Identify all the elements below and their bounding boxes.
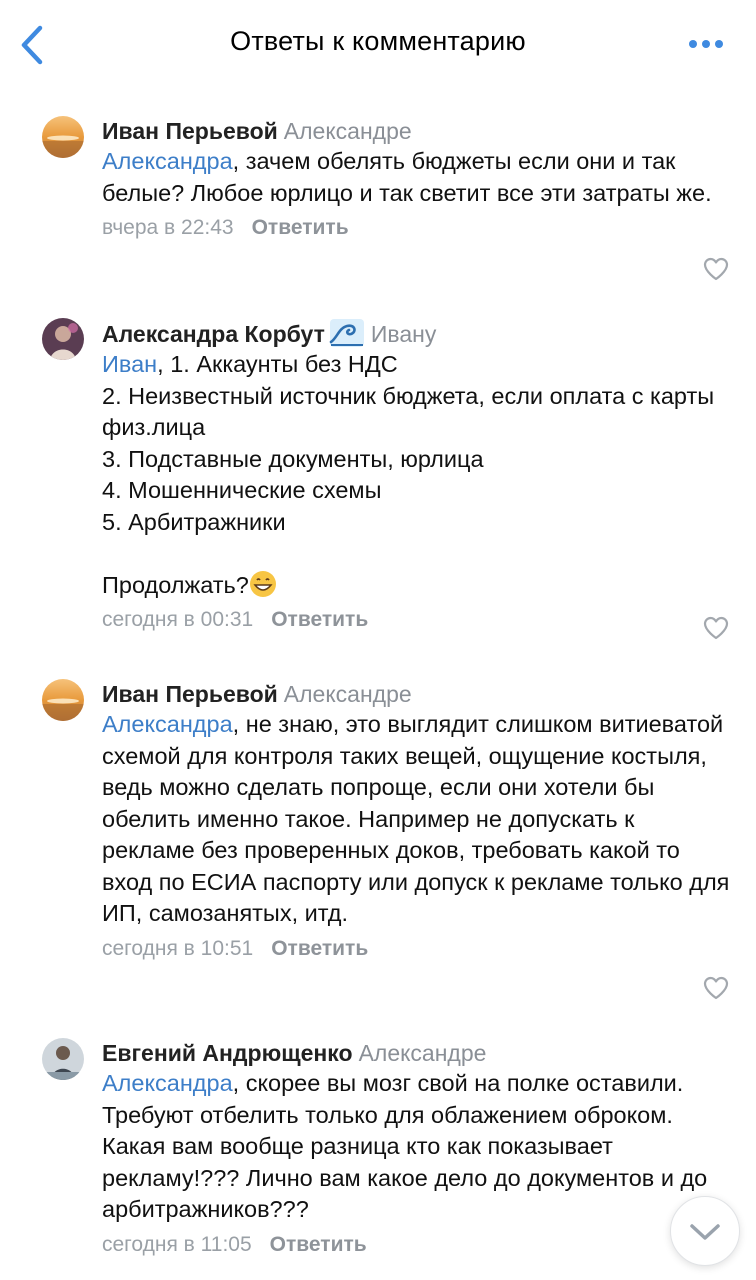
reply-button[interactable]: Ответить [252, 216, 349, 239]
comment-body: , не знаю, это выглядит слишком витиеват… [102, 711, 736, 926]
reply-to-label[interactable]: Александре [284, 681, 412, 707]
comment-body: , 1. Аккаунты без НДС 2. Неизвестный ист… [102, 351, 715, 598]
reply-button[interactable]: Ответить [270, 1233, 367, 1256]
comment-author[interactable]: Иван Перьевой [102, 118, 278, 144]
mention-link[interactable]: Александра [102, 148, 233, 174]
avatar[interactable] [42, 679, 84, 721]
reply-button[interactable]: Ответить [271, 937, 368, 960]
mention-link[interactable]: Александра [102, 1070, 233, 1096]
avatar[interactable] [42, 116, 84, 158]
comment-text: Александра, скорее вы мозг свой на полке… [102, 1068, 732, 1226]
comment-text: Александра, не знаю, это выглядит слишко… [102, 709, 732, 930]
reply-button[interactable]: Ответить [271, 608, 368, 631]
comment-text: Александра, зачем обелять бюджеты если о… [102, 146, 732, 209]
reply-to-label[interactable]: Ивану [371, 321, 437, 347]
avatar[interactable] [42, 1038, 84, 1080]
reply-to-label[interactable]: Александре [359, 1040, 487, 1066]
scroll-down-button[interactable] [670, 1196, 740, 1266]
avatar-photo-image [42, 318, 84, 360]
avatar[interactable] [42, 318, 84, 360]
more-dots-icon [689, 40, 723, 48]
heart-icon[interactable] [702, 615, 730, 641]
comment-time: сегодня в 11:05 [102, 1232, 252, 1256]
comment-text: Иван, 1. Аккаунты без НДС 2. Неизвестный… [102, 349, 732, 601]
comment-time: сегодня в 10:51 [102, 936, 254, 960]
page-title: Ответы к комментарию [230, 26, 526, 56]
avatar-photo-image [42, 1038, 84, 1080]
reply-to-label[interactable]: Александре [284, 118, 412, 144]
comment-time: сегодня в 00:31 [102, 608, 254, 631]
avatar-sunset-image [42, 679, 84, 721]
comment-author[interactable]: Иван Перьевой [102, 681, 278, 707]
mention-link[interactable]: Иван [102, 351, 157, 377]
mention-link[interactable]: Александра [102, 711, 233, 737]
chevron-down-icon [690, 1224, 720, 1240]
top-bar: Ответы к комментарию [0, 0, 756, 90]
comment-time: вчера в 22:43 [102, 216, 234, 239]
heart-icon[interactable] [702, 256, 730, 282]
comment-author[interactable]: Александра Корбут [102, 321, 325, 347]
grinning-emoji-icon [249, 570, 276, 597]
comment-author[interactable]: Евгений Андрющенко [102, 1040, 353, 1066]
wave-emoji-icon [329, 319, 364, 347]
avatar-sunset-image [42, 116, 84, 158]
more-button[interactable] [686, 32, 726, 56]
heart-icon[interactable] [702, 975, 730, 1001]
